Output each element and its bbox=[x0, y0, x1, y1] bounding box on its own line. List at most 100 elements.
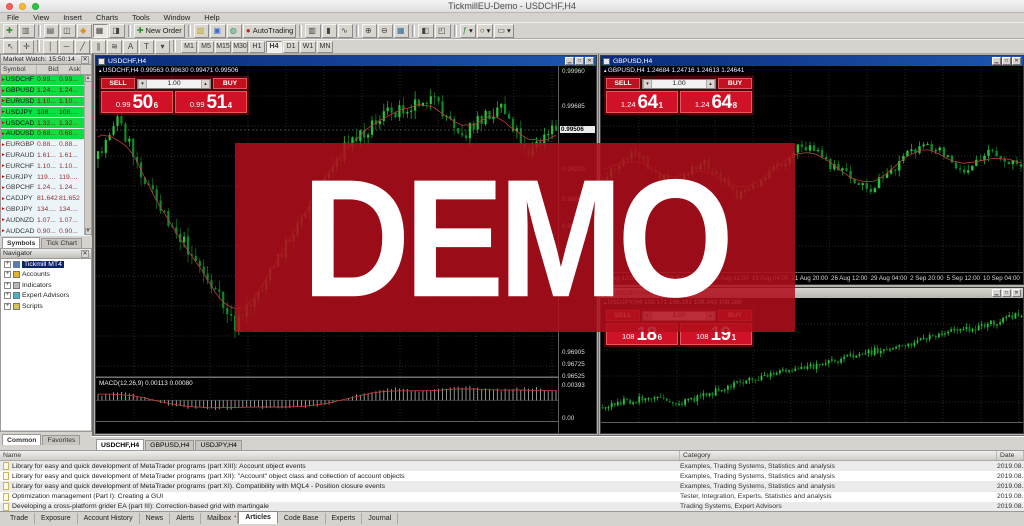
gbpusd-window-titlebar[interactable]: GBPUSD,H4 ▁ □ ✕ bbox=[601, 56, 1023, 66]
horizontal-line-tool[interactable]: ─ bbox=[59, 40, 74, 54]
market-watch-row[interactable]: ▸GBPJPY 134.... 134.... bbox=[1, 205, 91, 216]
minimize-icon[interactable]: ▁ bbox=[992, 57, 1001, 65]
vertical-line-tool[interactable]: │ bbox=[43, 40, 58, 54]
navigator-button[interactable]: ◆ bbox=[77, 24, 92, 38]
indicators-button[interactable]: ƒ ▾ bbox=[460, 24, 476, 38]
navigator-item[interactable]: + Accounts bbox=[1, 270, 91, 281]
navigator-item[interactable]: + Indicators bbox=[1, 280, 91, 291]
new-order-button[interactable]: ✚ New Order bbox=[134, 24, 185, 38]
market-watch-row[interactable]: ▸EURJPY 119.... 119.... bbox=[1, 172, 91, 183]
crosshair-tool[interactable]: ✛ bbox=[19, 40, 34, 54]
indicator-separator[interactable] bbox=[96, 376, 596, 378]
candlestick-button[interactable]: ▮ bbox=[322, 24, 337, 38]
market-watch-row[interactable]: ▸USDCAD 1.32... 1.32... bbox=[1, 118, 91, 129]
profiles-button[interactable]: ▥ bbox=[19, 24, 35, 38]
usdchf-time-axis[interactable] bbox=[96, 421, 558, 433]
timeframe-button[interactable]: D1 bbox=[283, 41, 299, 53]
navigator-item[interactable]: + Scripts bbox=[1, 301, 91, 312]
menu-item[interactable]: Charts bbox=[89, 13, 125, 22]
buy-price[interactable]: 1.24 64 8 bbox=[680, 91, 752, 113]
terminal-tab[interactable]: Experts bbox=[326, 513, 363, 524]
community-button[interactable]: ▣ bbox=[210, 24, 226, 38]
new-chart-button[interactable]: ✚ bbox=[3, 24, 18, 38]
volume-stepper[interactable]: ▼ 1.00 ▲ bbox=[642, 79, 716, 89]
terminal-tab[interactable]: Account History bbox=[78, 513, 140, 524]
market-watch-row[interactable]: ▸CADJPY 81.642 81.652 bbox=[1, 194, 91, 205]
close-icon[interactable]: ✕ bbox=[1012, 57, 1021, 65]
toolbar-button[interactable] bbox=[128, 25, 131, 37]
periods-button[interactable]: ○ ▾ bbox=[477, 24, 494, 38]
usdchf-window-titlebar[interactable]: USDCHF,H4 ▁ □ ✕ bbox=[96, 56, 596, 66]
category-column-header[interactable]: Category bbox=[680, 451, 997, 460]
timeframe-button[interactable]: M5 bbox=[198, 41, 214, 53]
tile-windows-button[interactable]: ▦ bbox=[394, 24, 410, 38]
market-watch-row[interactable]: ▸EURGBP 0.88... 0.88... bbox=[1, 140, 91, 151]
market-watch-row[interactable]: ▸GBPCHF 1.24... 1.24... bbox=[1, 183, 91, 194]
volume-value[interactable]: 1.00 bbox=[652, 80, 706, 87]
tree-expander-icon[interactable]: + bbox=[4, 282, 11, 289]
bar-chart-button[interactable]: ▥ bbox=[305, 24, 321, 38]
navigator-item[interactable]: + Expert Advisors bbox=[1, 291, 91, 302]
market-watch-row[interactable]: ▸AUDUSD 0.68... 0.68... bbox=[1, 129, 91, 140]
market-watch-scrollbar[interactable]: ▲ ▼ bbox=[84, 75, 91, 235]
terminal-tab[interactable]: Alerts bbox=[170, 513, 201, 524]
volume-up-icon[interactable]: ▲ bbox=[201, 80, 210, 88]
terminal-button[interactable]: ▦ bbox=[93, 24, 109, 38]
timeframe-button[interactable]: M1 bbox=[181, 41, 197, 53]
market-watch-row[interactable]: ▸GBPUSD 1.24... 1.24... bbox=[1, 86, 91, 97]
shapes-dropdown[interactable]: ▾ bbox=[155, 40, 170, 54]
chart-tab[interactable]: USDJPY,H4 bbox=[195, 440, 242, 450]
chart-tab[interactable]: USDCHF,H4 bbox=[96, 439, 144, 450]
buy-button[interactable]: BUY bbox=[718, 78, 752, 89]
metaeditor-button[interactable]: ▨ bbox=[194, 24, 210, 38]
close-icon[interactable]: ✕ bbox=[1012, 289, 1021, 297]
terminal-tab[interactable]: Code Base bbox=[278, 513, 326, 524]
market-watch-row[interactable]: ▸EURAUD 1.61... 1.61... bbox=[1, 151, 91, 162]
ask-column-header[interactable]: Ask bbox=[59, 65, 81, 74]
scroll-up-icon[interactable]: ▲ bbox=[85, 75, 92, 82]
data-window-button[interactable]: ◫ bbox=[60, 24, 76, 38]
templates-button[interactable]: ▭ ▾ bbox=[494, 24, 513, 38]
fibonacci-tool[interactable]: ≋ bbox=[107, 40, 122, 54]
terminal-tab[interactable]: Mailbox bbox=[201, 513, 238, 524]
drawing-tool-button[interactable] bbox=[173, 40, 176, 52]
tree-expander-icon[interactable]: + bbox=[4, 271, 11, 278]
volume-down-icon[interactable]: ▼ bbox=[138, 80, 147, 88]
navigator-tab[interactable]: Favorites bbox=[42, 435, 80, 445]
toolbar-button[interactable] bbox=[188, 25, 191, 37]
strategy-tester-button[interactable]: ◨ bbox=[109, 24, 125, 38]
volume-stepper[interactable]: ▼ 1.00 ▲ bbox=[137, 79, 211, 89]
Optimization management (Part I): Creating a GUI[interactable]: Optimization management (Part I): Creati… bbox=[0, 492, 1024, 502]
market-watch-row[interactable]: ▸AUDNZD 1.07... 1.07... bbox=[1, 215, 91, 226]
navigator-tab[interactable]: Common bbox=[2, 434, 41, 445]
menu-item[interactable]: View bbox=[26, 13, 56, 22]
Library for easy and quick development of MetaTrader programs (part XIII): Account object events[interactable]: Library for easy and quick development o… bbox=[0, 461, 1024, 471]
terminal-tab[interactable]: Journal bbox=[362, 513, 398, 524]
tree-expander-icon[interactable]: + bbox=[4, 303, 11, 310]
menu-item[interactable]: Window bbox=[157, 13, 198, 22]
maximize-icon[interactable]: □ bbox=[1002, 289, 1011, 297]
date-column-header[interactable]: Date bbox=[997, 451, 1024, 460]
close-icon[interactable]: ✕ bbox=[585, 57, 594, 65]
sell-price[interactable]: 1.24 64 1 bbox=[606, 91, 678, 113]
toolbar-button[interactable] bbox=[299, 25, 302, 37]
zoom-in-button[interactable]: ⊕ bbox=[362, 24, 377, 38]
timeframe-button[interactable]: H4 bbox=[266, 41, 282, 53]
symbol-column-header[interactable]: Symbol bbox=[1, 65, 37, 74]
cursor-tool[interactable]: ↖ bbox=[3, 40, 18, 54]
timeframe-button[interactable]: W1 bbox=[300, 41, 316, 53]
bid-column-header[interactable]: Bid bbox=[37, 65, 59, 74]
timeframe-button[interactable]: MN bbox=[317, 41, 333, 53]
volume-value[interactable]: 1.00 bbox=[147, 80, 201, 87]
sell-price[interactable]: 0.99 50 6 bbox=[101, 91, 173, 113]
market-watch-tab[interactable]: Symbols bbox=[2, 237, 40, 248]
market-watch-row[interactable]: ▸USDJPY 108.... 108.... bbox=[1, 107, 91, 118]
close-panel-icon[interactable]: ✕ bbox=[81, 250, 89, 258]
menu-item[interactable]: Help bbox=[197, 13, 226, 22]
timeframe-button[interactable]: M30 bbox=[232, 41, 248, 53]
market-watch-button[interactable]: ▤ bbox=[44, 24, 60, 38]
toolbar-button[interactable] bbox=[356, 25, 359, 37]
usdjpy-time-axis[interactable] bbox=[601, 422, 1023, 433]
buy-button[interactable]: BUY bbox=[213, 78, 247, 89]
tree-expander-icon[interactable]: + bbox=[4, 292, 11, 299]
